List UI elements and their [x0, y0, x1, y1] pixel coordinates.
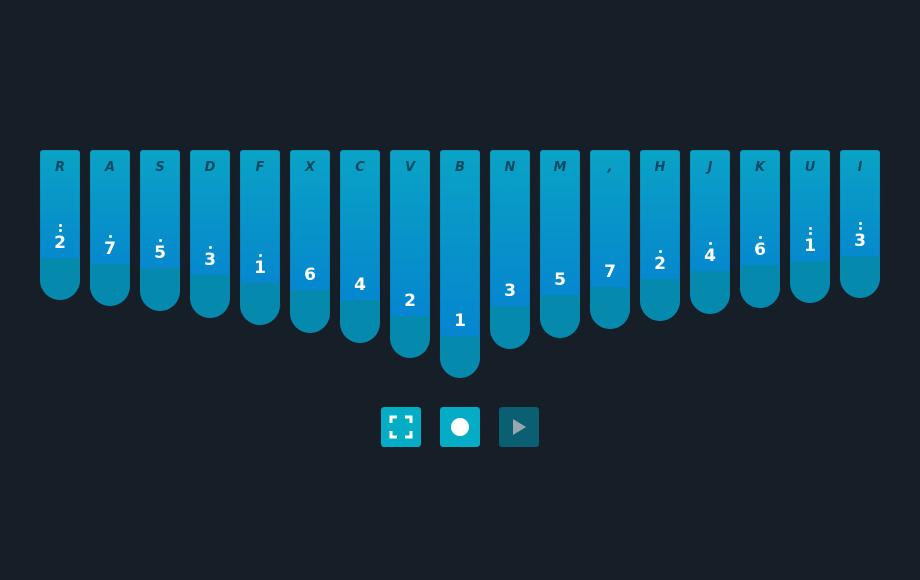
tine-tip	[90, 264, 130, 306]
tine-tip	[240, 283, 280, 325]
tine-tip	[290, 290, 330, 333]
tine-tip	[40, 258, 80, 300]
tine-note-label: 6	[754, 240, 766, 260]
tine-tip	[440, 336, 480, 378]
tine-2[interactable]: A7	[90, 150, 130, 306]
tine-note-label: 6	[304, 265, 316, 285]
tine-key-label: D	[204, 160, 216, 175]
octave-dot	[258, 254, 262, 257]
tine-16[interactable]: U1	[790, 150, 830, 303]
tine-8[interactable]: V2	[390, 150, 430, 358]
tine-note-label: 1	[804, 236, 816, 256]
tine-13[interactable]: H2	[640, 150, 680, 321]
tine-key-label: ,	[607, 160, 613, 175]
octave-dot	[658, 250, 662, 253]
tine-tip	[490, 306, 530, 349]
tine-key-label: K	[754, 160, 766, 175]
tine-17[interactable]: I3	[840, 150, 880, 298]
tine-key-label: J	[707, 160, 713, 175]
tine-note-label: 4	[704, 246, 716, 266]
tine-key-label: U	[804, 160, 816, 175]
tine-key-label: B	[455, 160, 465, 175]
kalimba-keyboard: R2A7S5D3F1X6C4V2B1N3M5,7H2J4K6U1I3	[0, 0, 920, 400]
tine-key-label: V	[404, 160, 416, 175]
tine-note-label: 3	[854, 231, 866, 251]
octave-dot	[808, 232, 812, 235]
octave-dots	[740, 236, 780, 239]
octave-dot	[208, 246, 212, 249]
tine-note-label: 3	[504, 281, 516, 301]
tine-key-label: A	[104, 160, 116, 175]
tine-key-label: F	[255, 160, 265, 175]
tine-15[interactable]: K6	[740, 150, 780, 308]
tine-key-label: H	[654, 160, 666, 175]
octave-dots	[640, 250, 680, 253]
tine-note-label: 3	[204, 250, 216, 270]
octave-dots	[690, 242, 730, 245]
tine-key-label: M	[553, 160, 567, 175]
tine-tip	[640, 279, 680, 321]
tine-7[interactable]: C4	[340, 150, 380, 343]
octave-dots	[190, 246, 230, 249]
tine-note-label: 7	[104, 239, 116, 259]
tine-12[interactable]: ,7	[590, 150, 630, 329]
tine-key-label: N	[504, 160, 516, 175]
octave-dots	[40, 224, 80, 232]
octave-dot	[708, 242, 712, 245]
octave-dot	[858, 227, 862, 230]
tine-note-label: 5	[154, 243, 166, 263]
octave-dot	[58, 229, 62, 232]
play-button[interactable]	[499, 407, 539, 447]
tine-tip	[590, 287, 630, 329]
tine-tip	[540, 295, 580, 338]
octave-dot	[108, 235, 112, 238]
tine-tip	[190, 275, 230, 318]
octave-dot	[808, 227, 812, 230]
octave-dots	[790, 227, 830, 235]
tine-tip	[690, 271, 730, 314]
tine-note-label: 2	[54, 233, 66, 253]
tine-key-label: R	[54, 160, 65, 175]
tine-tip	[790, 261, 830, 303]
tine-14[interactable]: J4	[690, 150, 730, 314]
tine-1[interactable]: R2	[40, 150, 80, 300]
tine-tip	[140, 268, 180, 311]
tine-6[interactable]: X6	[290, 150, 330, 333]
tine-key-label: X	[304, 160, 316, 175]
record-button[interactable]	[440, 407, 480, 447]
tine-note-label: 7	[604, 262, 616, 282]
tine-5[interactable]: F1	[240, 150, 280, 325]
octave-dots	[140, 239, 180, 242]
tine-tip	[390, 316, 430, 358]
tine-tip	[840, 256, 880, 298]
tine-note-label: 1	[254, 258, 266, 278]
tine-note-label: 5	[554, 270, 566, 290]
tine-9[interactable]: B1	[440, 150, 480, 378]
octave-dot	[158, 239, 162, 242]
octave-dots	[240, 254, 280, 257]
fullscreen-icon	[389, 415, 413, 439]
tine-key-label: C	[355, 160, 365, 175]
octave-dot	[758, 236, 762, 239]
tine-note-label: 2	[404, 291, 416, 311]
tine-tip	[340, 300, 380, 343]
octave-dots	[90, 235, 130, 238]
tine-note-label: 2	[654, 254, 666, 274]
tine-tip	[740, 265, 780, 308]
octave-dot	[58, 224, 62, 227]
tine-note-label: 4	[354, 275, 366, 295]
playback-controls	[381, 407, 539, 447]
octave-dot	[858, 222, 862, 225]
play-icon	[513, 419, 526, 435]
tine-11[interactable]: M5	[540, 150, 580, 338]
tine-key-label: S	[155, 160, 165, 175]
tine-note-label: 1	[454, 311, 466, 331]
tine-4[interactable]: D3	[190, 150, 230, 318]
tine-3[interactable]: S5	[140, 150, 180, 311]
tine-10[interactable]: N3	[490, 150, 530, 349]
octave-dots	[840, 222, 880, 230]
record-icon	[451, 418, 469, 436]
tine-key-label: I	[857, 160, 863, 175]
fullscreen-button[interactable]	[381, 407, 421, 447]
